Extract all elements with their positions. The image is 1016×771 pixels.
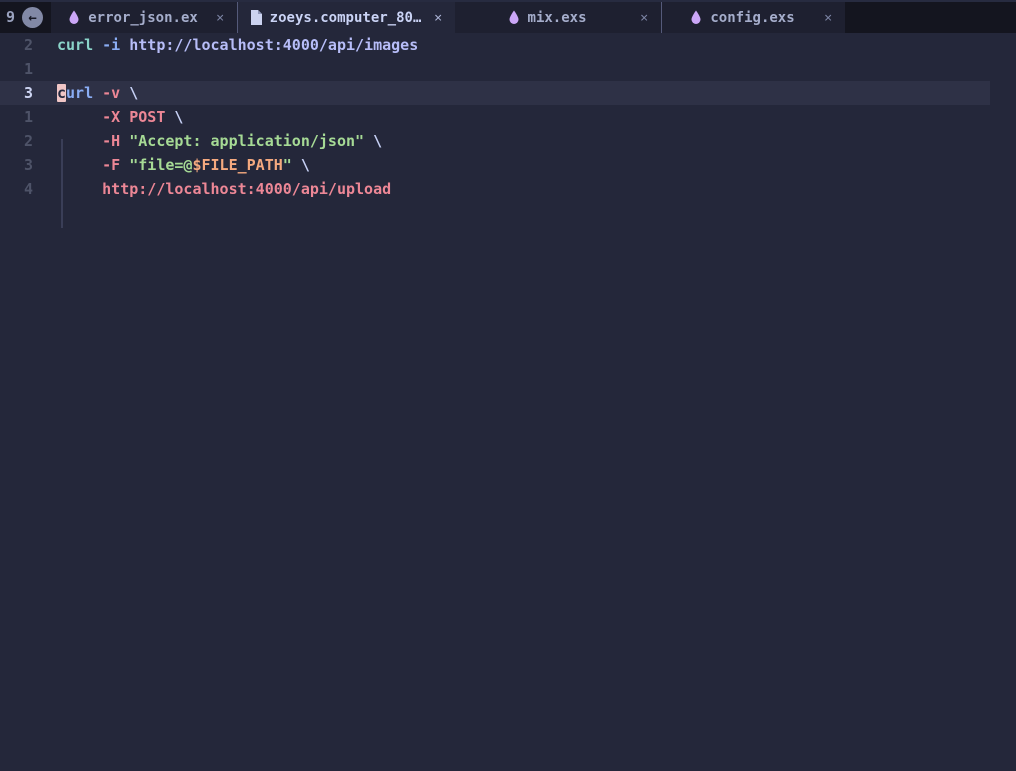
code-token: \ — [301, 156, 310, 174]
code-token: url — [66, 84, 93, 102]
tab-bar: 9 ← error_json.ex ✕ zoeys.computer_80… ✕… — [0, 0, 1016, 33]
code-line[interactable]: 2 curl -i http://localhost:4000/api/image… — [0, 33, 1016, 57]
back-button[interactable]: ← — [22, 7, 43, 28]
code-text: -F "file=@$FILE_PATH" \ — [57, 153, 1016, 177]
line-number: 2 — [0, 33, 33, 57]
tab-config-exs[interactable]: config.exs ✕ — [662, 2, 845, 33]
code-token — [364, 132, 373, 150]
code-text: -H "Accept: application/json" \ — [57, 129, 1016, 153]
tab-error-json-ex[interactable]: error_json.ex ✕ — [51, 2, 237, 33]
tab-label: error_json.ex — [88, 10, 198, 26]
code-text: curl -i http://localhost:4000/api/images — [57, 33, 1016, 57]
tab-mix-exs[interactable]: mix.exs ✕ — [455, 2, 661, 33]
tab-label: config.exs — [710, 10, 794, 26]
code-token: \ — [174, 108, 183, 126]
indent-guide — [61, 139, 63, 228]
code-token: curl — [57, 36, 93, 54]
code-token — [120, 36, 129, 54]
code-token — [57, 156, 102, 174]
tab-zoeys-computer[interactable]: zoeys.computer_80… ✕ — [238, 2, 455, 33]
code-token — [120, 132, 129, 150]
code-token — [292, 156, 301, 174]
code-token: POST — [129, 108, 165, 126]
code-line[interactable]: 4 http://localhost:4000/api/upload — [0, 177, 1016, 201]
line-number: 3 — [0, 81, 33, 105]
code-token — [93, 84, 102, 102]
close-icon[interactable]: ✕ — [640, 11, 648, 24]
code-token: http://localhost:4000/api/upload — [102, 180, 391, 198]
line-number: 3 — [0, 153, 33, 177]
code-token: http://localhost:4000/api/images — [129, 36, 418, 54]
close-icon[interactable]: ✕ — [216, 11, 224, 24]
code-token: -X — [102, 108, 120, 126]
code-area[interactable]: 2 curl -i http://localhost:4000/api/image… — [0, 33, 1016, 771]
code-text: http://localhost:4000/api/upload — [57, 177, 1016, 201]
code-token — [57, 108, 102, 126]
code-token: \ — [373, 132, 382, 150]
cursor: c — [57, 84, 66, 102]
code-token: " — [283, 156, 292, 174]
line-number: 1 — [0, 105, 33, 129]
code-token: $FILE_PATH — [192, 156, 282, 174]
code-token — [120, 108, 129, 126]
elixir-droplet-icon — [508, 10, 520, 25]
left-arrow-icon: ← — [28, 11, 36, 25]
code-token — [120, 84, 129, 102]
code-token: -H — [102, 132, 120, 150]
code-line[interactable]: 1 — [0, 57, 1016, 81]
tab-label: zoeys.computer_80… — [270, 10, 422, 26]
editor-window: 9 ← error_json.ex ✕ zoeys.computer_80… ✕… — [0, 0, 1016, 771]
line-number: 1 — [0, 57, 33, 81]
code-line[interactable]: 3 curl -v \ — [0, 81, 1016, 105]
code-line[interactable]: 1 -X POST \ — [0, 105, 1016, 129]
tab-count: 9 — [0, 10, 15, 25]
tab-label: mix.exs — [528, 10, 587, 26]
code-line[interactable]: 3 -F "file=@$FILE_PATH" \ — [0, 153, 1016, 177]
line-number: 2 — [0, 129, 33, 153]
code-token: "Accept: application/json" — [129, 132, 364, 150]
file-document-icon — [250, 10, 262, 25]
code-token — [57, 180, 102, 198]
elixir-droplet-icon — [68, 10, 80, 25]
close-icon[interactable]: ✕ — [824, 11, 832, 24]
code-token: -F — [102, 156, 120, 174]
close-icon[interactable]: ✕ — [434, 11, 442, 24]
code-text — [57, 57, 1016, 81]
line-number: 4 — [0, 177, 33, 201]
tab-bar-empty-space — [845, 2, 1016, 33]
code-token: -i — [102, 36, 120, 54]
code-line[interactable]: 2 -H "Accept: application/json" \ — [0, 129, 1016, 153]
code-token: -v — [102, 84, 120, 102]
code-text: -X POST \ — [57, 105, 1016, 129]
code-token — [57, 132, 102, 150]
code-token: \ — [129, 84, 138, 102]
code-token — [93, 36, 102, 54]
code-token: "file=@ — [129, 156, 192, 174]
code-text: curl -v \ — [57, 81, 1016, 105]
elixir-droplet-icon — [690, 10, 702, 25]
code-token — [120, 156, 129, 174]
